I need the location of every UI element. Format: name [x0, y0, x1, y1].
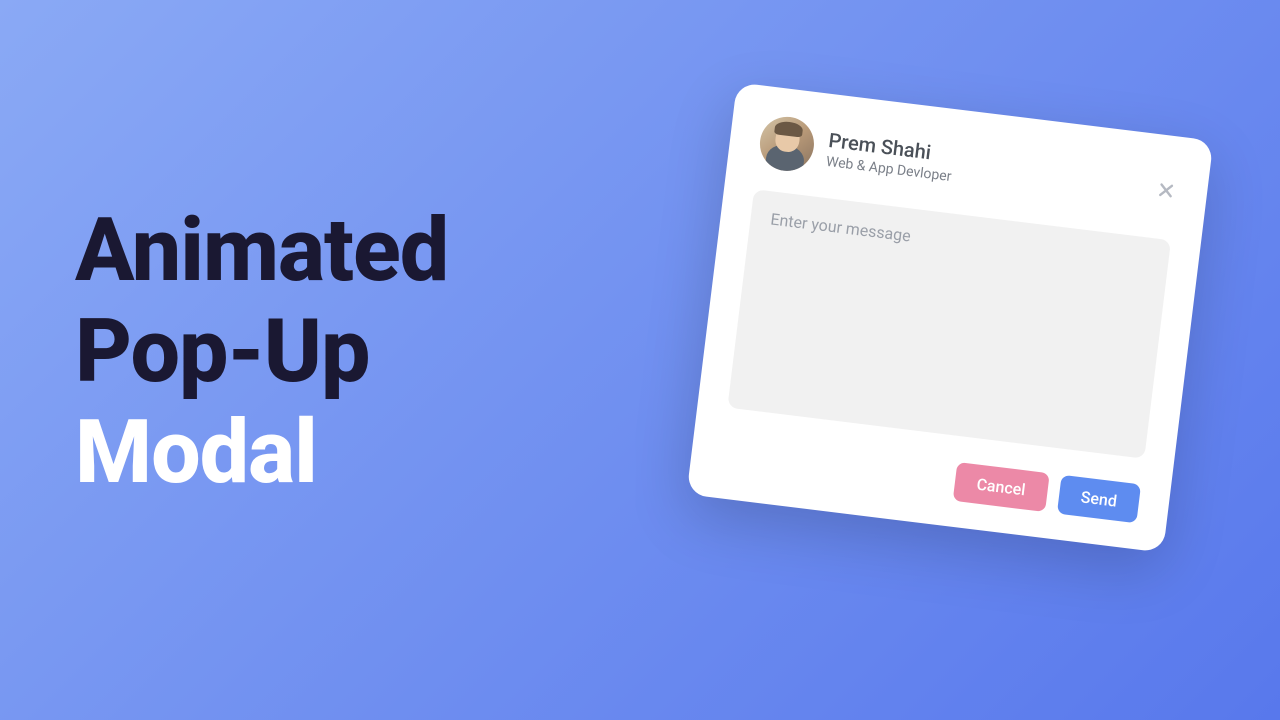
avatar: [757, 114, 817, 174]
avatar-hair: [774, 120, 803, 137]
cancel-button[interactable]: Cancel: [953, 462, 1050, 512]
headline-line-2: Pop-Up: [75, 301, 448, 402]
headline-line-1: Animated: [75, 200, 448, 301]
close-icon[interactable]: [1152, 176, 1181, 205]
popup-modal: Prem Shahi Web & App Devloper Cancel Sen…: [687, 82, 1214, 552]
headline-line-3: Modal: [75, 402, 448, 503]
send-button[interactable]: Send: [1057, 475, 1141, 523]
user-info: Prem Shahi Web & App Devloper: [825, 128, 955, 185]
headline: Animated Pop-Up Modal: [75, 200, 448, 504]
message-input[interactable]: [727, 189, 1171, 459]
modal-wrapper: Prem Shahi Web & App Devloper Cancel Sen…: [687, 82, 1214, 552]
